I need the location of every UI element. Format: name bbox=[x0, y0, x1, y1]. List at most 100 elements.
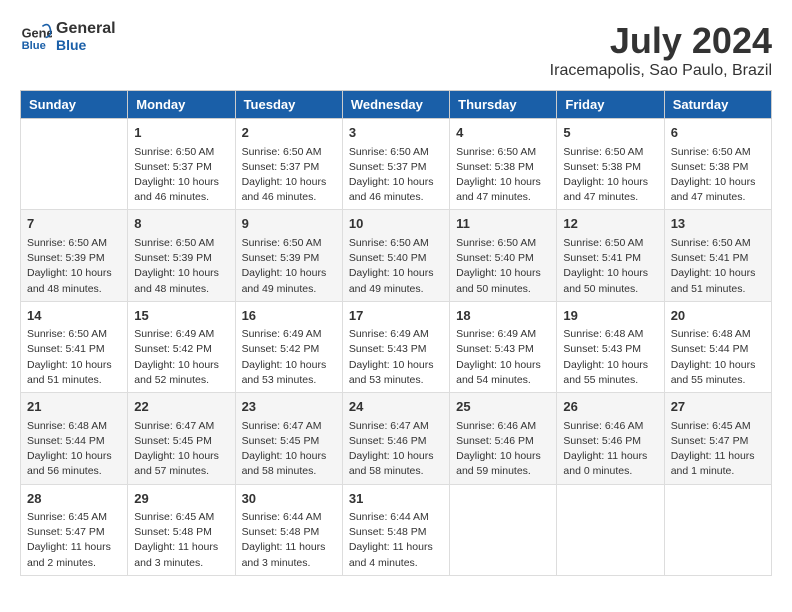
day-info: Sunrise: 6:50 AM Sunset: 5:41 PM Dayligh… bbox=[27, 327, 121, 388]
calendar-cell bbox=[664, 484, 771, 575]
day-number: 19 bbox=[563, 306, 657, 326]
day-info: Sunrise: 6:50 AM Sunset: 5:37 PM Dayligh… bbox=[242, 145, 336, 206]
column-header-tuesday: Tuesday bbox=[235, 91, 342, 119]
day-number: 4 bbox=[456, 123, 550, 143]
day-info: Sunrise: 6:50 AM Sunset: 5:38 PM Dayligh… bbox=[563, 145, 657, 206]
calendar-week-row: 14Sunrise: 6:50 AM Sunset: 5:41 PM Dayli… bbox=[21, 301, 772, 392]
calendar-cell: 23Sunrise: 6:47 AM Sunset: 5:45 PM Dayli… bbox=[235, 393, 342, 484]
day-number: 1 bbox=[134, 123, 228, 143]
day-number: 14 bbox=[27, 306, 121, 326]
day-number: 21 bbox=[27, 397, 121, 417]
day-number: 18 bbox=[456, 306, 550, 326]
day-number: 26 bbox=[563, 397, 657, 417]
calendar-cell bbox=[557, 484, 664, 575]
column-header-sunday: Sunday bbox=[21, 91, 128, 119]
logo: General Blue General Blue bbox=[20, 20, 116, 53]
calendar-cell: 12Sunrise: 6:50 AM Sunset: 5:41 PM Dayli… bbox=[557, 210, 664, 301]
calendar-cell: 22Sunrise: 6:47 AM Sunset: 5:45 PM Dayli… bbox=[128, 393, 235, 484]
day-info: Sunrise: 6:50 AM Sunset: 5:40 PM Dayligh… bbox=[456, 236, 550, 297]
day-number: 12 bbox=[563, 214, 657, 234]
calendar-cell: 8Sunrise: 6:50 AM Sunset: 5:39 PM Daylig… bbox=[128, 210, 235, 301]
calendar-week-row: 28Sunrise: 6:45 AM Sunset: 5:47 PM Dayli… bbox=[21, 484, 772, 575]
day-number: 16 bbox=[242, 306, 336, 326]
day-info: Sunrise: 6:48 AM Sunset: 5:44 PM Dayligh… bbox=[671, 327, 765, 388]
day-info: Sunrise: 6:47 AM Sunset: 5:45 PM Dayligh… bbox=[242, 419, 336, 480]
day-info: Sunrise: 6:47 AM Sunset: 5:45 PM Dayligh… bbox=[134, 419, 228, 480]
calendar-cell: 18Sunrise: 6:49 AM Sunset: 5:43 PM Dayli… bbox=[450, 301, 557, 392]
calendar-cell: 21Sunrise: 6:48 AM Sunset: 5:44 PM Dayli… bbox=[21, 393, 128, 484]
day-number: 27 bbox=[671, 397, 765, 417]
calendar-cell: 24Sunrise: 6:47 AM Sunset: 5:46 PM Dayli… bbox=[342, 393, 449, 484]
day-number: 29 bbox=[134, 489, 228, 509]
calendar-cell: 7Sunrise: 6:50 AM Sunset: 5:39 PM Daylig… bbox=[21, 210, 128, 301]
day-info: Sunrise: 6:49 AM Sunset: 5:43 PM Dayligh… bbox=[349, 327, 443, 388]
calendar-cell: 9Sunrise: 6:50 AM Sunset: 5:39 PM Daylig… bbox=[235, 210, 342, 301]
calendar-cell: 31Sunrise: 6:44 AM Sunset: 5:48 PM Dayli… bbox=[342, 484, 449, 575]
calendar-cell: 27Sunrise: 6:45 AM Sunset: 5:47 PM Dayli… bbox=[664, 393, 771, 484]
location-subtitle: Iracemapolis, Sao Paulo, Brazil bbox=[550, 62, 772, 80]
day-info: Sunrise: 6:48 AM Sunset: 5:44 PM Dayligh… bbox=[27, 419, 121, 480]
day-info: Sunrise: 6:50 AM Sunset: 5:41 PM Dayligh… bbox=[671, 236, 765, 297]
column-header-friday: Friday bbox=[557, 91, 664, 119]
day-info: Sunrise: 6:45 AM Sunset: 5:47 PM Dayligh… bbox=[671, 419, 765, 480]
day-number: 8 bbox=[134, 214, 228, 234]
calendar-header-row: SundayMondayTuesdayWednesdayThursdayFrid… bbox=[21, 91, 772, 119]
calendar-cell: 26Sunrise: 6:46 AM Sunset: 5:46 PM Dayli… bbox=[557, 393, 664, 484]
day-number: 6 bbox=[671, 123, 765, 143]
title-block: July 2024 Iracemapolis, Sao Paulo, Brazi… bbox=[550, 20, 772, 80]
calendar-cell: 10Sunrise: 6:50 AM Sunset: 5:40 PM Dayli… bbox=[342, 210, 449, 301]
calendar-cell: 14Sunrise: 6:50 AM Sunset: 5:41 PM Dayli… bbox=[21, 301, 128, 392]
day-info: Sunrise: 6:50 AM Sunset: 5:39 PM Dayligh… bbox=[134, 236, 228, 297]
calendar-cell: 6Sunrise: 6:50 AM Sunset: 5:38 PM Daylig… bbox=[664, 119, 771, 210]
calendar-cell: 16Sunrise: 6:49 AM Sunset: 5:42 PM Dayli… bbox=[235, 301, 342, 392]
calendar-cell: 28Sunrise: 6:45 AM Sunset: 5:47 PM Dayli… bbox=[21, 484, 128, 575]
logo-blue: Blue bbox=[56, 38, 116, 53]
column-header-saturday: Saturday bbox=[664, 91, 771, 119]
calendar-table: SundayMondayTuesdayWednesdayThursdayFrid… bbox=[20, 90, 772, 576]
column-header-wednesday: Wednesday bbox=[342, 91, 449, 119]
calendar-cell: 2Sunrise: 6:50 AM Sunset: 5:37 PM Daylig… bbox=[235, 119, 342, 210]
logo-icon: General Blue bbox=[20, 20, 52, 52]
month-year-title: July 2024 bbox=[550, 20, 772, 62]
calendar-week-row: 21Sunrise: 6:48 AM Sunset: 5:44 PM Dayli… bbox=[21, 393, 772, 484]
day-info: Sunrise: 6:45 AM Sunset: 5:48 PM Dayligh… bbox=[134, 510, 228, 571]
day-info: Sunrise: 6:50 AM Sunset: 5:37 PM Dayligh… bbox=[349, 145, 443, 206]
calendar-cell: 1Sunrise: 6:50 AM Sunset: 5:37 PM Daylig… bbox=[128, 119, 235, 210]
day-number: 13 bbox=[671, 214, 765, 234]
column-header-monday: Monday bbox=[128, 91, 235, 119]
day-info: Sunrise: 6:50 AM Sunset: 5:41 PM Dayligh… bbox=[563, 236, 657, 297]
day-info: Sunrise: 6:50 AM Sunset: 5:37 PM Dayligh… bbox=[134, 145, 228, 206]
calendar-week-row: 1Sunrise: 6:50 AM Sunset: 5:37 PM Daylig… bbox=[21, 119, 772, 210]
day-number: 30 bbox=[242, 489, 336, 509]
day-info: Sunrise: 6:45 AM Sunset: 5:47 PM Dayligh… bbox=[27, 510, 121, 571]
calendar-cell: 29Sunrise: 6:45 AM Sunset: 5:48 PM Dayli… bbox=[128, 484, 235, 575]
day-number: 20 bbox=[671, 306, 765, 326]
calendar-cell: 15Sunrise: 6:49 AM Sunset: 5:42 PM Dayli… bbox=[128, 301, 235, 392]
day-number: 3 bbox=[349, 123, 443, 143]
calendar-cell: 30Sunrise: 6:44 AM Sunset: 5:48 PM Dayli… bbox=[235, 484, 342, 575]
calendar-cell: 5Sunrise: 6:50 AM Sunset: 5:38 PM Daylig… bbox=[557, 119, 664, 210]
calendar-cell: 11Sunrise: 6:50 AM Sunset: 5:40 PM Dayli… bbox=[450, 210, 557, 301]
calendar-week-row: 7 Sunrise: 6:50 AM Sunset: 5:39 PM Daylig… bbox=[21, 210, 772, 301]
day-info: Sunrise: 6:44 AM Sunset: 5:48 PM Dayligh… bbox=[349, 510, 443, 571]
day-number: 25 bbox=[456, 397, 550, 417]
day-number: 31 bbox=[349, 489, 443, 509]
day-info: Sunrise: 6:50 AM Sunset: 5:38 PM Dayligh… bbox=[456, 145, 550, 206]
calendar-cell: 19Sunrise: 6:48 AM Sunset: 5:43 PM Dayli… bbox=[557, 301, 664, 392]
day-info: Sunrise: 6:44 AM Sunset: 5:48 PM Dayligh… bbox=[242, 510, 336, 571]
day-info: Sunrise: 6:50 AM Sunset: 5:39 PM Dayligh… bbox=[242, 236, 336, 297]
calendar-cell: 25Sunrise: 6:46 AM Sunset: 5:46 PM Dayli… bbox=[450, 393, 557, 484]
logo-general: General bbox=[56, 20, 116, 38]
svg-text:Blue: Blue bbox=[22, 40, 46, 52]
calendar-cell bbox=[21, 119, 128, 210]
day-number: 10 bbox=[349, 214, 443, 234]
day-info: Sunrise: 6:46 AM Sunset: 5:46 PM Dayligh… bbox=[563, 419, 657, 480]
day-number: 9 bbox=[242, 214, 336, 234]
day-number: 24 bbox=[349, 397, 443, 417]
day-info: Sunrise: 6:47 AM Sunset: 5:46 PM Dayligh… bbox=[349, 419, 443, 480]
calendar-cell: 13Sunrise: 6:50 AM Sunset: 5:41 PM Dayli… bbox=[664, 210, 771, 301]
calendar-cell: 4Sunrise: 6:50 AM Sunset: 5:38 PM Daylig… bbox=[450, 119, 557, 210]
day-info: Sunrise: 6:49 AM Sunset: 5:43 PM Dayligh… bbox=[456, 327, 550, 388]
day-number: 7 bbox=[27, 214, 121, 234]
calendar-cell bbox=[450, 484, 557, 575]
